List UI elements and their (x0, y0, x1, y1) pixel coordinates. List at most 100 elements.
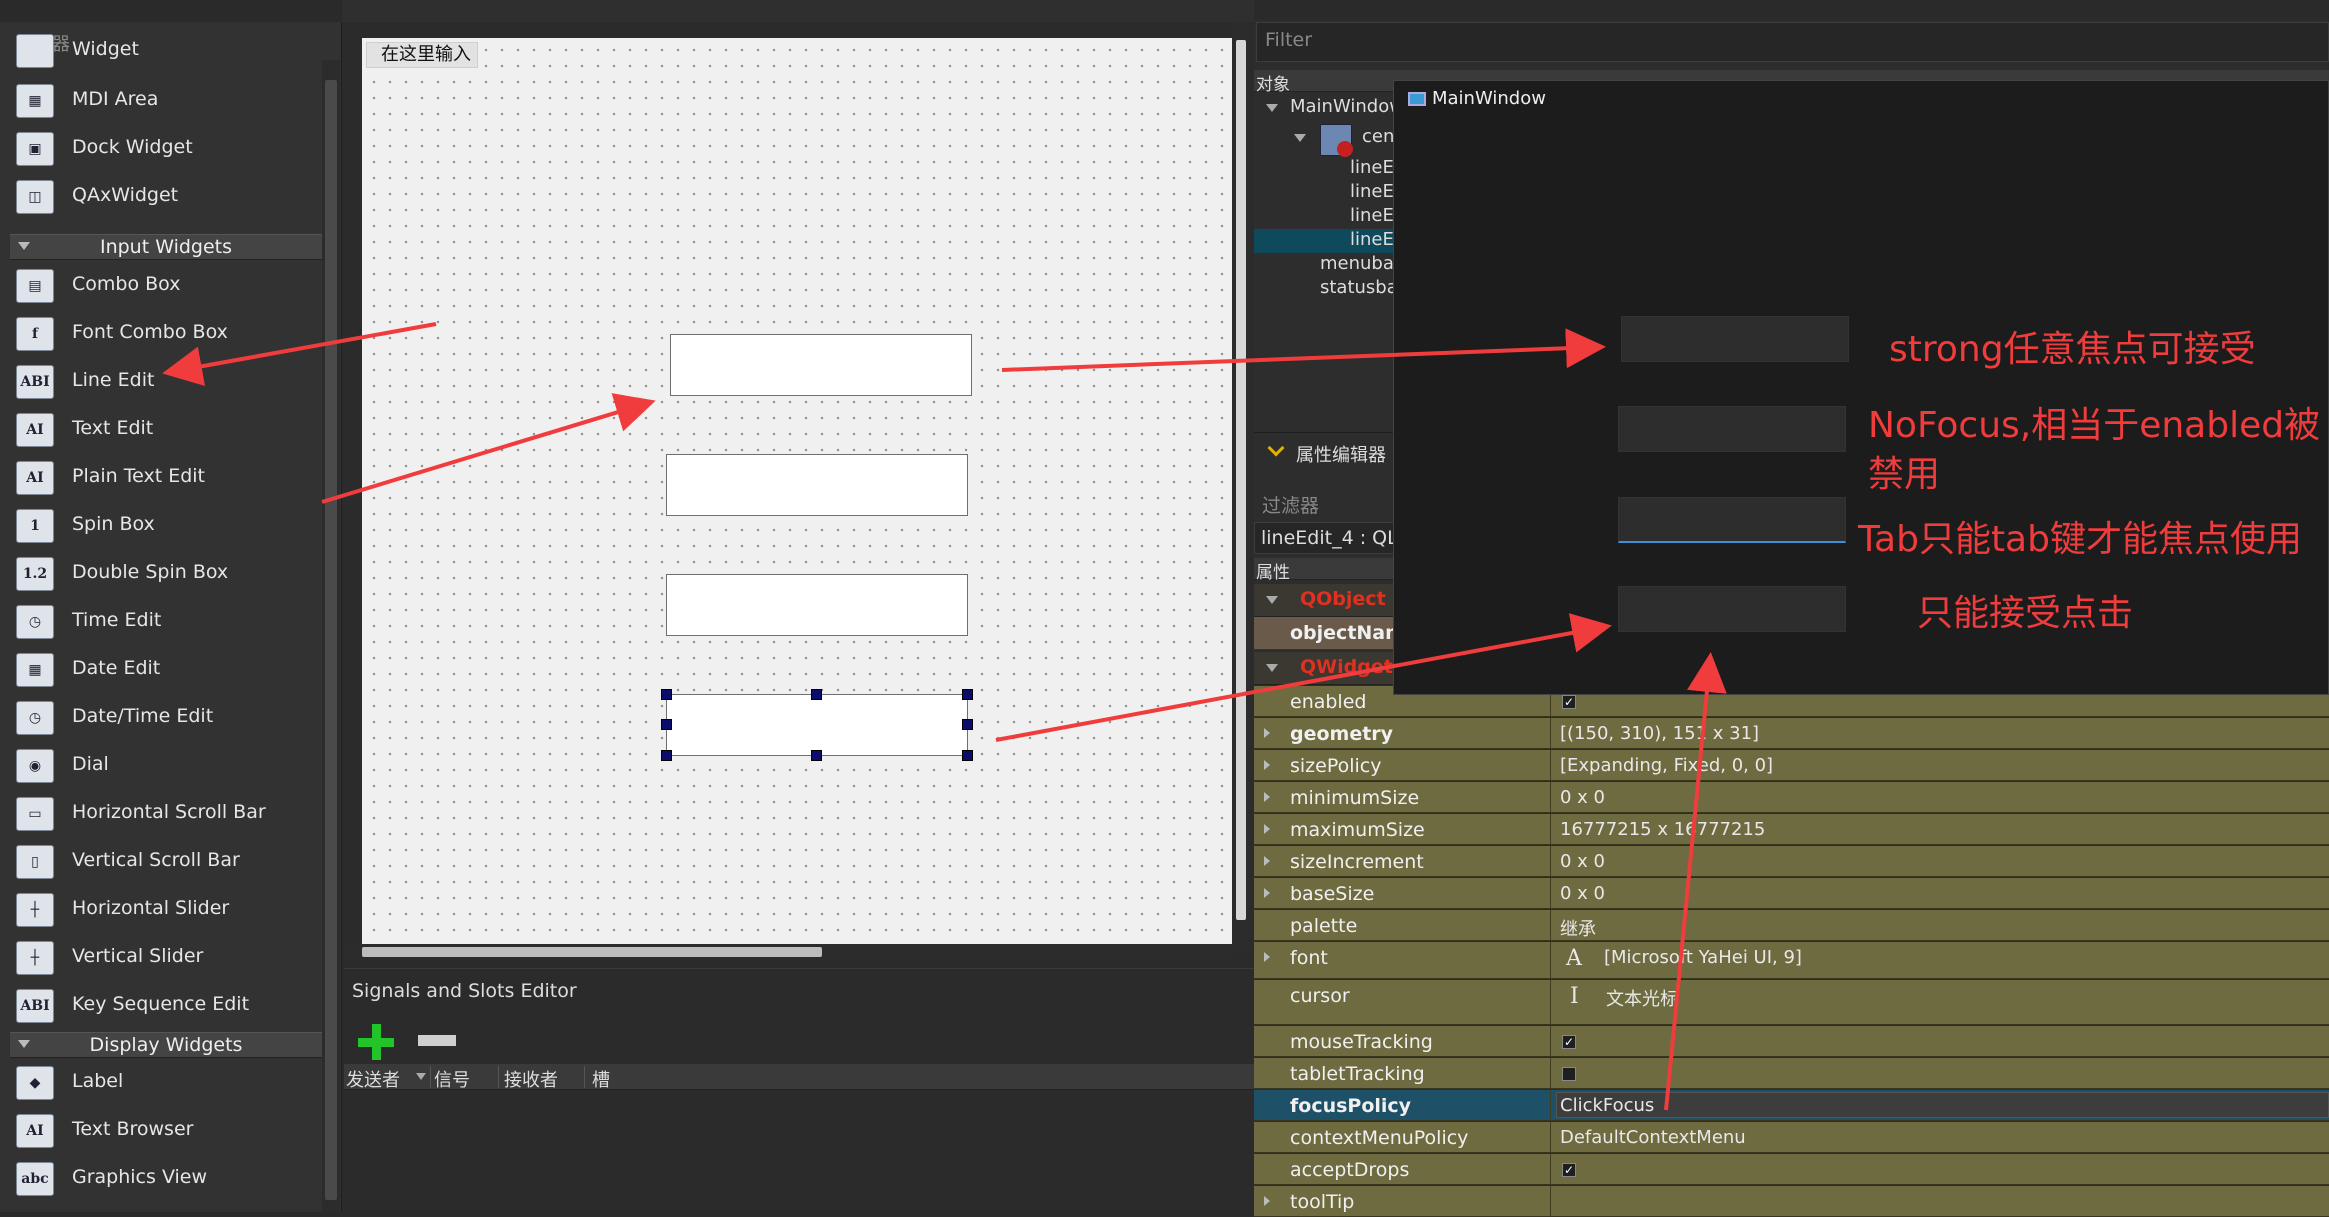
expand-arrow-icon[interactable] (1264, 952, 1270, 962)
property-checkbox[interactable] (1562, 1067, 1576, 1081)
remove-connection-icon[interactable] (418, 1035, 456, 1046)
expand-arrow-icon[interactable] (1264, 728, 1270, 738)
form-line-edit-1[interactable] (670, 334, 972, 396)
form-line-edit-2[interactable] (666, 454, 968, 516)
property-acceptdrops[interactable]: acceptDrops ✓ (1254, 1154, 2329, 1185)
form-vertical-scroll-thumb[interactable] (1236, 40, 1246, 920)
column-sender[interactable]: 发送者 (346, 1066, 400, 1092)
column-divider (584, 1066, 585, 1088)
expand-arrow-icon[interactable] (1264, 760, 1270, 770)
collapse-arrow-icon[interactable] (1266, 664, 1278, 672)
widget-box-item-label: Label (72, 1070, 124, 1092)
property-palette[interactable]: palette 继承 (1254, 910, 2329, 941)
signals-slots-title: Signals and Slots Editor (352, 980, 577, 1002)
expand-arrow-icon[interactable] (1266, 104, 1278, 112)
property-name: geometry (1290, 723, 1394, 745)
property-checkbox[interactable]: ✓ (1562, 1035, 1576, 1049)
widget-box-item[interactable]: AI Text Browser (0, 1106, 320, 1154)
property-sizepolicy[interactable]: sizePolicy [Expanding, Fixed, 0, 0] (1254, 750, 2329, 781)
selection-handle[interactable] (811, 750, 822, 761)
widget-box-item[interactable]: ABI Line Edit (0, 357, 320, 405)
property-name: sizeIncrement (1290, 851, 1424, 873)
category-input-widgets[interactable]: Input Widgets (10, 234, 322, 260)
property-tooltip[interactable]: toolTip (1254, 1186, 2329, 1217)
form-line-edit-3[interactable] (666, 574, 968, 636)
widget-box-item[interactable]: ┼ Horizontal Slider (0, 885, 320, 933)
preview-line-edit-strong-focus[interactable] (1621, 316, 1849, 362)
column-signal[interactable]: 信号 (434, 1066, 470, 1092)
property-checkbox[interactable]: ✓ (1562, 1163, 1576, 1177)
preview-line-edit-click-focus[interactable] (1618, 586, 1846, 632)
widget-box-item[interactable]: ▤ Combo Box (0, 261, 320, 309)
selection-handle[interactable] (661, 689, 672, 700)
property-mousetracking[interactable]: mouseTracking ✓ (1254, 1026, 2329, 1057)
selection-handle[interactable] (962, 750, 973, 761)
property-sizeincrement[interactable]: sizeIncrement 0 x 0 (1254, 846, 2329, 877)
widget-box-item[interactable]: ▯ Vertical Scroll Bar (0, 837, 320, 885)
property-minimumsize[interactable]: minimumSize 0 x 0 (1254, 782, 2329, 813)
preview-line-edit-no-focus[interactable] (1618, 406, 1846, 452)
property-basesize[interactable]: baseSize 0 x 0 (1254, 878, 2329, 909)
property-checkbox[interactable]: ✓ (1562, 695, 1576, 709)
column-divider (1550, 782, 1551, 812)
form-line-edit-4-selected[interactable] (666, 694, 968, 756)
annotation-no-focus-line2: 禁用 (1868, 454, 1941, 495)
widget-box-item[interactable]: 1.2 Double Spin Box (0, 549, 320, 597)
widget-box-item[interactable]: ▦ Date Edit (0, 645, 320, 693)
column-slot[interactable]: 槽 (592, 1066, 610, 1092)
central-widget-icon (1320, 124, 1353, 157)
category-display-widgets[interactable]: Display Widgets (10, 1032, 322, 1058)
focus-policy-combo[interactable] (1556, 1092, 2329, 1118)
property-contextmenupolicy[interactable]: contextMenuPolicy DefaultContextMenu (1254, 1122, 2329, 1153)
menubar-type-here[interactable]: 在这里输入 (366, 42, 478, 68)
font-combo-box-icon: f (16, 317, 54, 351)
widget-icon (16, 34, 54, 68)
widget-box-item[interactable]: Widget (0, 26, 320, 74)
property-font[interactable]: font A [Microsoft YaHei UI, 9] (1254, 942, 2329, 979)
widget-box-item[interactable]: ┼ Vertical Slider (0, 933, 320, 981)
widget-box-item[interactable]: ABI Key Sequence Edit (0, 981, 320, 1029)
selection-handle[interactable] (661, 719, 672, 730)
column-divider (1550, 814, 1551, 844)
widget-box-item[interactable]: AI Plain Text Edit (0, 453, 320, 501)
expand-arrow-icon[interactable] (1264, 856, 1270, 866)
widget-box-item[interactable]: 1 Spin Box (0, 501, 320, 549)
property-focuspolicy[interactable]: focusPolicy ClickFocus (1254, 1090, 2329, 1121)
preview-line-edit-tab-focus[interactable] (1618, 497, 1846, 543)
label-icon: ◆ (16, 1066, 54, 1100)
widget-box-item[interactable]: f Font Combo Box (0, 309, 320, 357)
widget-box-item[interactable]: ▭ Horizontal Scroll Bar (0, 789, 320, 837)
property-cursor[interactable]: cursor I 文本光标 (1254, 980, 2329, 1025)
property-value: [Microsoft YaHei UI, 9] (1604, 947, 1802, 968)
add-connection-icon[interactable] (356, 1022, 396, 1062)
widget-box-item[interactable]: AI Text Edit (0, 405, 320, 453)
expand-arrow-icon[interactable] (1264, 1196, 1270, 1206)
widget-box-item[interactable]: ◫ QAxWidget (0, 172, 320, 220)
property-geometry[interactable]: geometry [(150, 310), 151 x 31] (1254, 718, 2329, 749)
selection-handle[interactable] (811, 689, 822, 700)
expand-arrow-icon[interactable] (1264, 792, 1270, 802)
property-name: maximumSize (1290, 819, 1425, 841)
widget-box-item[interactable]: ▦ MDI Area (0, 76, 320, 124)
expand-arrow-icon[interactable] (1294, 134, 1306, 142)
selection-handle[interactable] (661, 750, 672, 761)
object-inspector-filter[interactable]: Filter (1256, 22, 2329, 62)
form-horizontal-scroll-thumb[interactable] (362, 947, 822, 957)
collapse-arrow-icon[interactable] (1266, 596, 1278, 604)
selection-handle[interactable] (962, 689, 973, 700)
property-maximumsize[interactable]: maximumSize 16777215 x 16777215 (1254, 814, 2329, 845)
expand-arrow-icon[interactable] (1264, 888, 1270, 898)
expand-arrow-icon[interactable] (1264, 824, 1270, 834)
widget-box-scroll-thumb[interactable] (325, 80, 337, 1200)
widget-box-item[interactable]: ◉ Dial (0, 741, 320, 789)
column-divider (430, 1066, 431, 1088)
widget-box-item[interactable]: abc Graphics View (0, 1154, 320, 1202)
column-receiver[interactable]: 接收者 (504, 1066, 558, 1092)
selection-handle[interactable] (962, 719, 973, 730)
widget-box-item[interactable]: ▣ Dock Widget (0, 124, 320, 172)
property-editor-filter[interactable]: 过滤器 (1262, 491, 1319, 518)
widget-box-item[interactable]: ◷ Date/Time Edit (0, 693, 320, 741)
widget-box-item[interactable]: ◆ Label (0, 1058, 320, 1106)
widget-box-item[interactable]: ◷ Time Edit (0, 597, 320, 645)
property-tablettracking[interactable]: tabletTracking (1254, 1058, 2329, 1089)
